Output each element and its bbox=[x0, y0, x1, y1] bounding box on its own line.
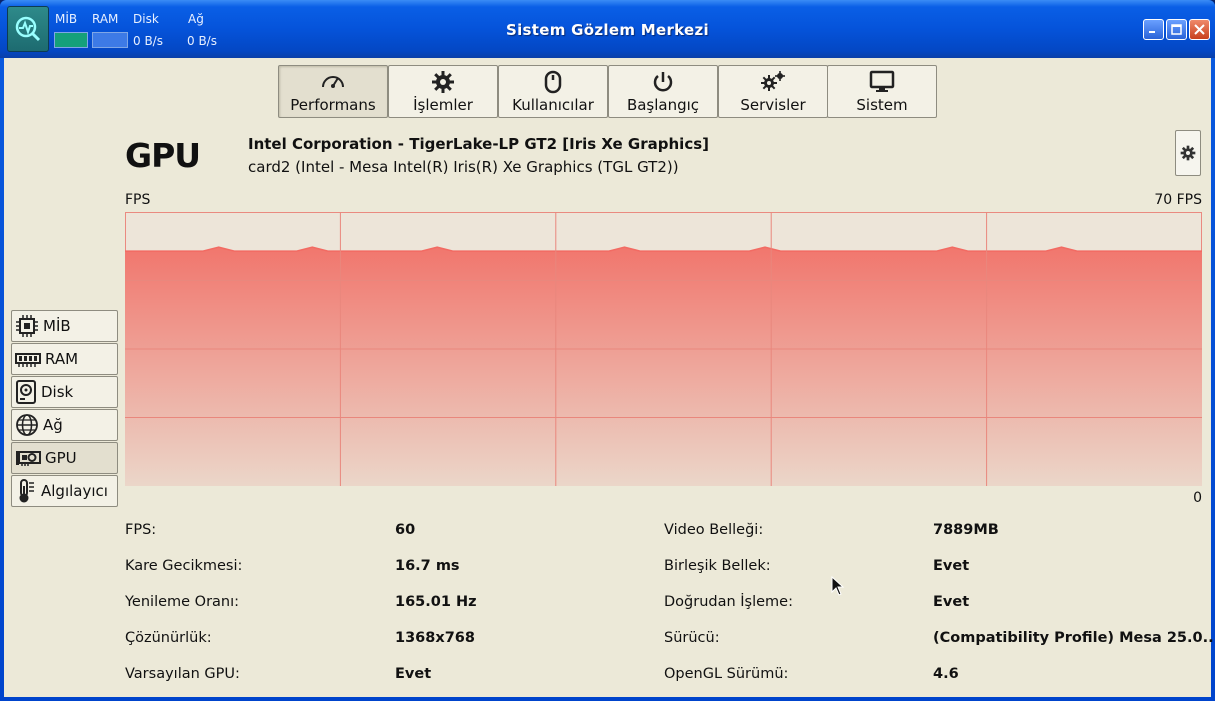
main-panel: Performans İşlemler Kullanıcılar Başlang… bbox=[4, 58, 1215, 697]
stat-value: 4.6 bbox=[933, 666, 959, 682]
stat-label: Varsayılan GPU: bbox=[125, 666, 240, 682]
sidebar-item-label: MİB bbox=[43, 317, 71, 335]
tab-label: Kullanıcılar bbox=[512, 96, 594, 114]
stat-label: Çözünürlük: bbox=[125, 630, 212, 646]
chart-ymin-label: 0 bbox=[1193, 490, 1202, 506]
tab-processes[interactable]: İşlemler bbox=[388, 65, 498, 118]
maximize-icon bbox=[1171, 24, 1182, 35]
gauge-icon bbox=[320, 70, 346, 94]
gpu-icon bbox=[16, 451, 41, 466]
sidebar-item-label: Disk bbox=[41, 383, 74, 401]
fps-chart bbox=[125, 212, 1202, 486]
stat-label: Kare Gecikmesi: bbox=[125, 558, 243, 574]
fps-area bbox=[125, 247, 1202, 486]
stat-value: Evet bbox=[395, 666, 432, 682]
sidebar-item-label: GPU bbox=[45, 449, 77, 467]
tab-label: Başlangıç bbox=[626, 96, 700, 114]
tab-users[interactable]: Kullanıcılar bbox=[498, 65, 608, 118]
stat-label: Video Belleği: bbox=[664, 522, 764, 538]
gear-icon bbox=[431, 70, 455, 98]
minimize-button[interactable] bbox=[1143, 19, 1164, 40]
stat-value: (Compatibility Profile) Mesa 25.0... bbox=[933, 630, 1215, 646]
title-bar[interactable]: MİB RAM Disk 0 B/s Ağ 0 B/s Sistem Gözle… bbox=[0, 0, 1215, 58]
tab-label: Performans bbox=[290, 96, 376, 114]
disk-icon bbox=[16, 380, 36, 404]
stat-value: 1368x768 bbox=[395, 630, 475, 646]
app-icon[interactable] bbox=[7, 6, 49, 52]
sidebar-item-disk[interactable]: Disk bbox=[11, 376, 118, 408]
tab-label: Servisler bbox=[740, 96, 806, 114]
mini-disk-label: Disk bbox=[133, 12, 159, 26]
tab-label: Sistem bbox=[856, 96, 908, 114]
sidebar-item-ram[interactable]: RAM bbox=[11, 343, 118, 375]
stat-label: Doğrudan İşleme: bbox=[664, 594, 793, 610]
stat-value: 165.01 Hz bbox=[395, 594, 477, 610]
sidebar-item-label: Ağ bbox=[43, 416, 63, 434]
window-title: Sistem Gözlem Merkezi bbox=[506, 21, 709, 39]
stat-value: 7889MB bbox=[933, 522, 999, 538]
stat-value: Evet bbox=[933, 558, 970, 574]
mouse-cursor-icon bbox=[831, 576, 845, 596]
maximize-button[interactable] bbox=[1166, 19, 1187, 40]
stat-label: Birleşik Bellek: bbox=[664, 558, 771, 574]
stat-label: FPS: bbox=[125, 522, 157, 538]
globe-icon bbox=[16, 414, 38, 436]
gear-icon bbox=[1180, 145, 1196, 161]
stat-label: Yenileme Oranı: bbox=[125, 594, 240, 610]
sidebar-item-network[interactable]: Ağ bbox=[11, 409, 118, 441]
page-title: GPU bbox=[125, 136, 201, 175]
sidebar-item-label: RAM bbox=[45, 350, 79, 368]
mini-net-label: Ağ bbox=[188, 12, 204, 26]
tab-performance[interactable]: Performans bbox=[278, 65, 388, 118]
cpu-icon bbox=[16, 315, 38, 337]
tab-startup[interactable]: Başlangıç bbox=[608, 65, 718, 118]
sidebar-item-label: Algılayıcı bbox=[41, 482, 108, 500]
stat-value: 16.7 ms bbox=[395, 558, 460, 574]
thermometer-icon bbox=[19, 479, 34, 503]
stat-value: 60 bbox=[395, 522, 416, 538]
close-icon bbox=[1194, 24, 1205, 35]
tab-label: İşlemler bbox=[413, 96, 473, 114]
sidebar-item-cpu[interactable]: MİB bbox=[11, 310, 118, 342]
mini-net-value: 0 B/s bbox=[187, 34, 217, 48]
mini-ram-bar bbox=[92, 32, 128, 48]
ram-icon bbox=[15, 353, 41, 367]
mini-ram-label: RAM bbox=[92, 12, 119, 26]
gears-icon bbox=[760, 70, 786, 96]
stat-value: Evet bbox=[933, 594, 970, 610]
gpu-device-name: Intel Corporation - TigerLake-LP GT2 [Ir… bbox=[248, 135, 710, 153]
mini-cpu-bar bbox=[54, 32, 88, 48]
mini-disk-value: 0 B/s bbox=[133, 34, 163, 48]
mini-cpu-label: MİB bbox=[55, 12, 78, 26]
sidebar-item-sensors[interactable]: Algılayıcı bbox=[11, 475, 118, 507]
settings-button[interactable] bbox=[1175, 130, 1201, 176]
gpu-card-name: card2 (Intel - Mesa Intel(R) Iris(R) Xe … bbox=[248, 158, 679, 176]
app-window: MİB RAM Disk 0 B/s Ağ 0 B/s Sistem Gözle… bbox=[0, 0, 1215, 701]
chart-ymax-label: 70 FPS bbox=[1154, 192, 1202, 208]
tab-system[interactable]: Sistem bbox=[827, 65, 937, 118]
sidebar-item-gpu[interactable]: GPU bbox=[11, 442, 118, 474]
minimize-icon bbox=[1149, 31, 1155, 33]
stat-label: Sürücü: bbox=[664, 630, 720, 646]
chart-ylabel: FPS bbox=[125, 192, 151, 208]
tab-services[interactable]: Servisler bbox=[718, 65, 828, 118]
monitor-icon bbox=[869, 70, 895, 98]
close-button[interactable] bbox=[1189, 19, 1210, 40]
power-icon bbox=[651, 70, 675, 98]
stat-label: OpenGL Sürümü: bbox=[664, 666, 789, 682]
mouse-icon bbox=[543, 70, 563, 98]
